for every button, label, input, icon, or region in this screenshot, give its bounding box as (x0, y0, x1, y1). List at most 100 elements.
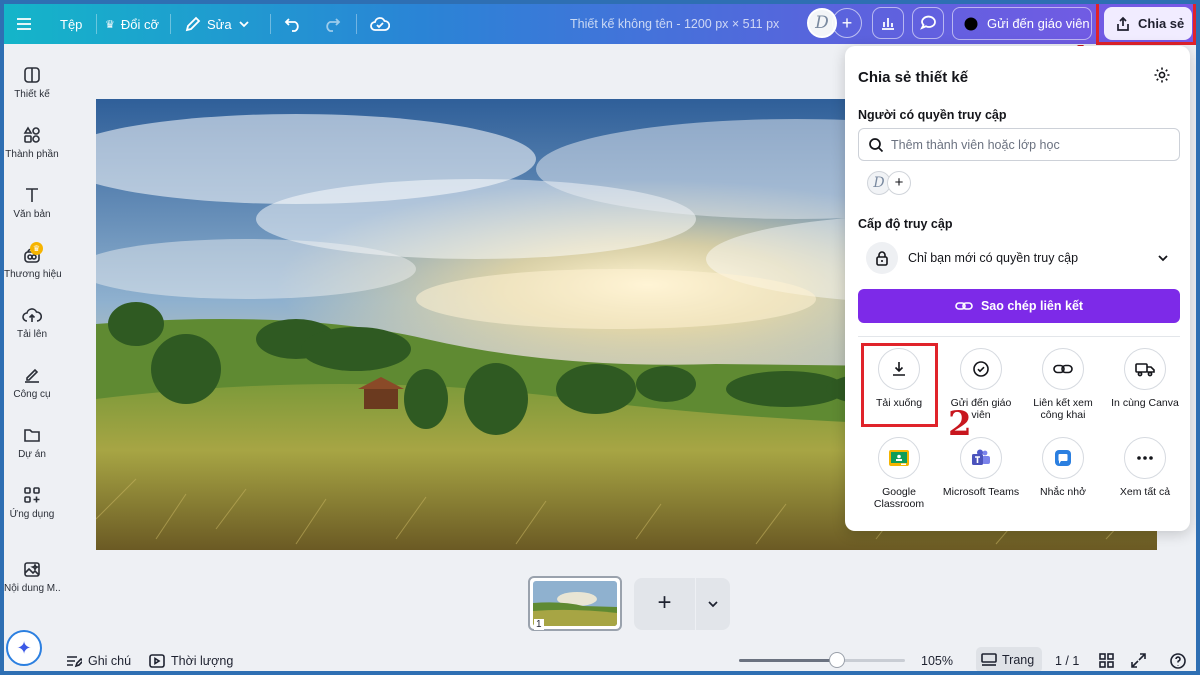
apps-icon (24, 487, 40, 503)
share-option-label: Liên kết xem công khai (1033, 397, 1093, 421)
notes-button[interactable]: Ghi chú (66, 650, 131, 671)
add-page-button[interactable]: + (634, 578, 696, 630)
sidebar-item-label: Ứng dụng (9, 509, 55, 520)
fullscreen-button[interactable] (1131, 650, 1146, 671)
crown-icon: ♛ (105, 18, 115, 31)
sidebar-item-label: Công cụ (13, 389, 51, 400)
zoom-level[interactable]: 105% (921, 650, 953, 671)
page-count[interactable]: 1 / 1 (1055, 650, 1079, 671)
menu-icon[interactable] (16, 4, 32, 44)
crown-icon: ♛ (30, 242, 43, 255)
sidebar-item-label: Dự án (18, 449, 46, 460)
elements-icon (23, 126, 40, 143)
bar-chart-icon (882, 18, 894, 30)
notes-icon (67, 655, 82, 667)
sidebar-item-tools[interactable]: Công cụ (4, 366, 60, 400)
notes-label: Ghi chú (88, 653, 132, 668)
send-to-teacher-label: Gửi đến giáo viên (987, 16, 1090, 31)
resize-menu[interactable]: ♛ Đổi cỡ (105, 4, 159, 44)
more-icon (1137, 456, 1153, 460)
share-panel: Chia sẻ thiết kế Người có quyền truy cập… (845, 46, 1190, 531)
file-menu[interactable]: Tệp (60, 4, 82, 44)
design-icon (24, 67, 40, 83)
check-circle-icon (973, 361, 989, 377)
sidebar-item-apps[interactable]: Ứng dụng (4, 486, 60, 520)
grid-view-button[interactable] (1099, 650, 1114, 671)
page-number: 1 (534, 619, 544, 630)
duration-label: Thời lượng (171, 653, 234, 668)
highlight-box-step1 (1096, 4, 1196, 45)
pages-icon (981, 653, 997, 666)
page-options-button[interactable] (696, 578, 730, 630)
people-access-label: Người có quyền truy cập (858, 108, 1007, 122)
sidebar-item-text[interactable]: Văn bản (4, 186, 60, 220)
share-option-print[interactable]: In cùng Canva (1104, 348, 1186, 409)
cloud-save-icon[interactable] (370, 4, 390, 44)
divider (270, 14, 271, 34)
page-thumbnail[interactable]: 1 (528, 576, 622, 631)
zoom-slider-handle[interactable] (828, 652, 845, 668)
share-option-label: Google Classroom (873, 486, 925, 510)
access-level-select[interactable]: Chỉ bạn mới có quyền truy cập (858, 238, 1180, 278)
folder-icon (24, 429, 40, 442)
access-level-value: Chỉ bạn mới có quyền truy cập (908, 251, 1079, 265)
app-frame: Tệp ♛ Đổi cỡ Sửa Thiết kế không tên - 12… (4, 4, 1196, 671)
share-option-label: In cùng Canva (1111, 397, 1179, 409)
share-option-label: Microsoft Teams (942, 486, 1020, 498)
sidebar-item-design[interactable]: Thiết kế (4, 66, 60, 100)
member-search-input[interactable] (891, 129, 1171, 160)
duration-button[interactable]: Thời lượng (149, 650, 233, 671)
page-count-value: 1 / 1 (1055, 653, 1080, 668)
page-view-button[interactable]: Trang (976, 647, 1042, 671)
share-option-see-all[interactable]: Xem tất cả (1104, 437, 1186, 498)
edit-menu[interactable]: Sửa (185, 4, 250, 44)
share-option-public-link[interactable]: Liên kết xem công khai (1022, 348, 1104, 421)
zoom-slider-fill (739, 659, 837, 662)
sidebar-item-label: Thành phần (5, 149, 59, 160)
insights-button[interactable] (872, 7, 904, 39)
left-sidebar: Thiết kế Thành phần Văn bản ♛ Thương hiệ… (4, 44, 62, 671)
help-button[interactable] (1170, 650, 1186, 671)
zoom-slider[interactable] (739, 652, 905, 668)
top-bar: Tệp ♛ Đổi cỡ Sửa Thiết kế không tên - 12… (4, 4, 1196, 44)
share-option-microsoft-teams[interactable]: Microsoft Teams (940, 437, 1022, 498)
sidebar-item-magic-media[interactable]: Nội dung M... (4, 560, 60, 594)
pencil-icon (185, 16, 201, 32)
sidebar-item-uploads[interactable]: Tải lên (4, 306, 60, 340)
copy-link-button[interactable]: Sao chép liên kết (858, 289, 1180, 323)
share-option-reminder[interactable]: Nhắc nhở (1022, 437, 1104, 498)
sidebar-item-label: Thương hiệu (4, 269, 62, 280)
document-title[interactable]: Thiết kế không tên - 1200 px × 511 px (570, 4, 779, 44)
undo-icon (284, 18, 299, 32)
share-panel-title: Chia sẻ thiết kế (858, 69, 969, 86)
chevron-down-icon (708, 601, 718, 608)
help-icon (1170, 652, 1186, 669)
redo-button[interactable] (323, 4, 341, 44)
edit-label: Sửa (207, 16, 232, 32)
add-member-button[interactable]: + (887, 171, 911, 195)
add-collaborator-button[interactable]: + (832, 8, 862, 38)
add-page-group: + (634, 578, 730, 630)
member-search-field[interactable] (858, 128, 1180, 161)
sidebar-item-elements[interactable]: Thành phần (4, 126, 60, 160)
lock-icon (866, 242, 898, 274)
gear-icon (1154, 67, 1170, 83)
step-number-2: 2 (948, 404, 972, 444)
google-classroom-icon (889, 450, 909, 466)
sidebar-item-projects[interactable]: Dự án (4, 426, 60, 460)
draw-tools-icon (25, 368, 39, 383)
divider (858, 336, 1180, 337)
zoom-value: 105% (921, 653, 953, 668)
send-to-teacher-button[interactable]: Gửi đến giáo viên (952, 7, 1092, 40)
divider (96, 14, 97, 34)
share-option-google-classroom[interactable]: Google Classroom (858, 437, 940, 510)
divider (170, 14, 171, 34)
link-icon (955, 302, 973, 310)
print-truck-icon (1135, 363, 1155, 377)
comments-button[interactable] (912, 7, 944, 39)
check-circle-icon (964, 17, 978, 30)
share-option-label: Nhắc nhở (1040, 486, 1086, 498)
settings-button[interactable] (1153, 66, 1171, 89)
sidebar-item-brand[interactable]: ♛ Thương hiệu (4, 242, 62, 280)
undo-button[interactable] (284, 4, 302, 44)
